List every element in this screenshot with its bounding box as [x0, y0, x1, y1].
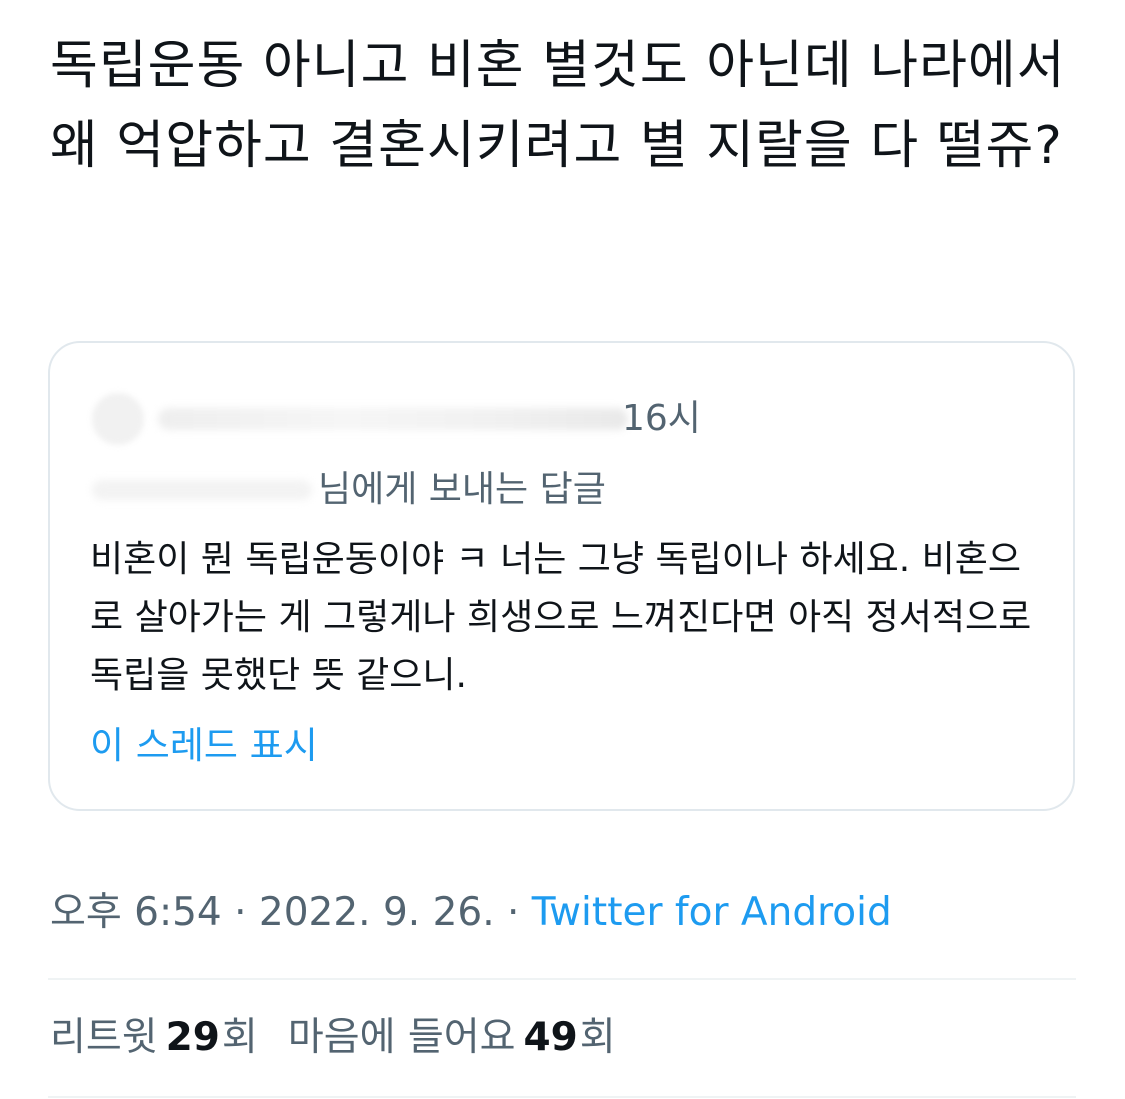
retweets-count: 29 — [165, 1015, 220, 1060]
tweet-text: 독립운동 아니고 비혼 별것도 아닌데 나라에서 왜 억압하고 결혼시키려고 별… — [50, 36, 1066, 176]
retweets-label: 리트윗 — [50, 1015, 158, 1060]
quoted-tweet-header: 16시 — [92, 389, 701, 449]
divider — [48, 978, 1076, 980]
redacted-reply-target — [92, 480, 312, 500]
avatar — [92, 393, 144, 445]
likes-label: 마음에 들어요 — [287, 1015, 516, 1060]
tweet-timestamp: 오후 6:54 · 2022. 9. 26. · — [50, 890, 532, 935]
tweet-source-link[interactable]: Twitter for Android — [532, 890, 892, 935]
likes-unit: 회 — [579, 1015, 616, 1060]
redacted-author-name — [158, 408, 628, 430]
retweets-unit: 회 — [221, 1015, 258, 1060]
tweet-stats: 리트윗 29 회 마음에 들어요 49 회 — [50, 1010, 646, 1066]
likes-stat[interactable]: 마음에 들어요 49 회 — [288, 1010, 616, 1066]
tweet-meta: 오후 6:54 · 2022. 9. 26. · Twitter for And… — [50, 885, 892, 941]
reply-context: 님에게 보내는 답글 — [92, 461, 606, 519]
quoted-tweet-time: 16시 — [622, 398, 701, 439]
divider — [48, 1096, 1076, 1098]
quoted-tweet-text: 비혼이 뭔 독립운동이야 ㅋ 너는 그냥 독립이나 하세요. 비혼으로 살아가는… — [90, 539, 1032, 696]
quoted-tweet-card[interactable]: 16시 님에게 보내는 답글 비혼이 뭔 독립운동이야 ㅋ 너는 그냥 독립이나… — [48, 341, 1075, 811]
reply-label: 님에게 보내는 답글 — [318, 469, 606, 510]
retweets-stat[interactable]: 리트윗 29 회 — [50, 1010, 258, 1066]
show-thread-link[interactable]: 이 스레드 표시 — [90, 717, 318, 775]
likes-count: 49 — [523, 1015, 578, 1060]
